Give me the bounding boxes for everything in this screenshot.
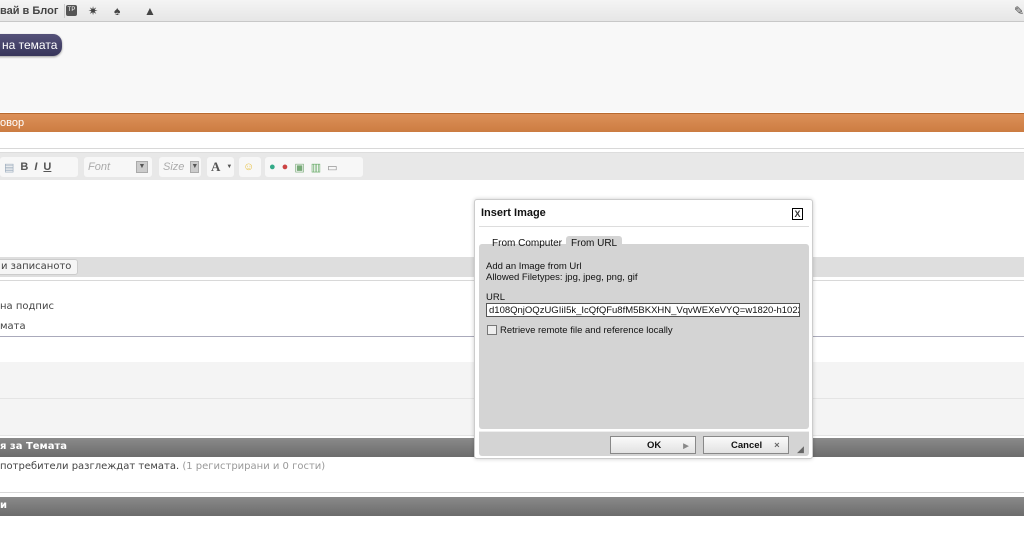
paste-icon[interactable]: ▤ xyxy=(4,161,14,174)
insert-image-icon[interactable]: ▣ xyxy=(294,161,304,174)
topic-option[interactable]: мата xyxy=(0,321,26,332)
warning-icon[interactable]: ▲ xyxy=(144,4,156,18)
dialog-title: Insert Image xyxy=(481,207,546,219)
tp-icon[interactable]: TP xyxy=(66,5,77,16)
url-label: URL xyxy=(486,292,506,303)
underline-button[interactable]: U xyxy=(43,161,51,173)
allowed-filetypes: Allowed Filetypes: jpg, jpeg, png, gif xyxy=(486,272,638,283)
header-area xyxy=(0,22,1024,112)
editor-toolbar: ▤ B I U Font ▼ Size ▼ A ▼ ☺ ● ● ▣ ▥ ▭ xyxy=(0,152,1024,180)
close-icon[interactable]: X xyxy=(792,208,803,220)
blog-link[interactable]: вай в Блог xyxy=(0,5,58,17)
cards-icon[interactable]: ♠ xyxy=(114,4,120,18)
save-draft-button[interactable]: и записаното xyxy=(0,259,79,275)
ok-button[interactable]: OK ▶ xyxy=(610,436,696,454)
unlink-icon[interactable]: ● xyxy=(282,161,289,173)
insert-image-dialog: Insert Image X Add an Image from Url All… xyxy=(474,199,813,459)
signature-option[interactable]: на подпис xyxy=(0,301,54,312)
new-topic-button[interactable]: на темата xyxy=(0,34,62,56)
viewers-detail: (1 регистрирани и 0 гости) xyxy=(182,461,326,472)
arrow-right-icon: ▶ xyxy=(683,443,689,450)
url-panel: Add an Image from Url Allowed Filetypes:… xyxy=(479,244,809,429)
size-select[interactable]: Size ▼ xyxy=(159,157,201,177)
video-icon[interactable]: ▥ xyxy=(311,161,321,174)
resize-handle-icon[interactable]: ◢ xyxy=(797,444,804,455)
url-input[interactable]: d108QnjOQzUGIiI5k_IcQfQFu8fM5BKXHN_VqvWE… xyxy=(486,303,800,317)
smiley-icon: ☺ xyxy=(243,161,255,173)
link-icon[interactable]: ● xyxy=(269,161,276,173)
close-icon: × xyxy=(774,440,780,451)
section-header: и xyxy=(0,497,1024,516)
font-select[interactable]: Font ▼ xyxy=(84,157,152,177)
tab-from-computer[interactable]: From Computer xyxy=(487,236,567,251)
viewers-text: потребители разглеждат темата. xyxy=(0,461,180,472)
dialog-footer: OK ▶ Cancel × ◢ xyxy=(479,431,809,456)
emoticon-button[interactable]: ☺ xyxy=(239,157,261,177)
cancel-button[interactable]: Cancel × xyxy=(703,436,789,454)
font-color-button[interactable]: A ▼ xyxy=(207,157,234,177)
section-title-bar: овор xyxy=(0,113,1024,132)
top-toolbar: вай в Блог TP ✷ ♠ ▲ ✎ xyxy=(0,0,1024,22)
panel-heading: Add an Image from Url xyxy=(486,261,582,272)
checkbox-label[interactable]: Retrieve remote file and reference local… xyxy=(500,325,673,336)
tab-from-url[interactable]: From URL xyxy=(566,236,623,251)
quote-icon[interactable]: ▭ xyxy=(327,161,337,174)
chevron-down-icon: ▼ xyxy=(190,161,200,173)
bold-button[interactable]: B xyxy=(20,161,28,173)
chevron-down-icon: ▼ xyxy=(136,161,148,173)
retrieve-locally-checkbox[interactable] xyxy=(487,325,497,335)
star-icon[interactable]: ✷ xyxy=(88,4,98,18)
italic-button[interactable]: I xyxy=(34,161,37,173)
pencil-icon[interactable]: ✎ xyxy=(1014,4,1024,18)
